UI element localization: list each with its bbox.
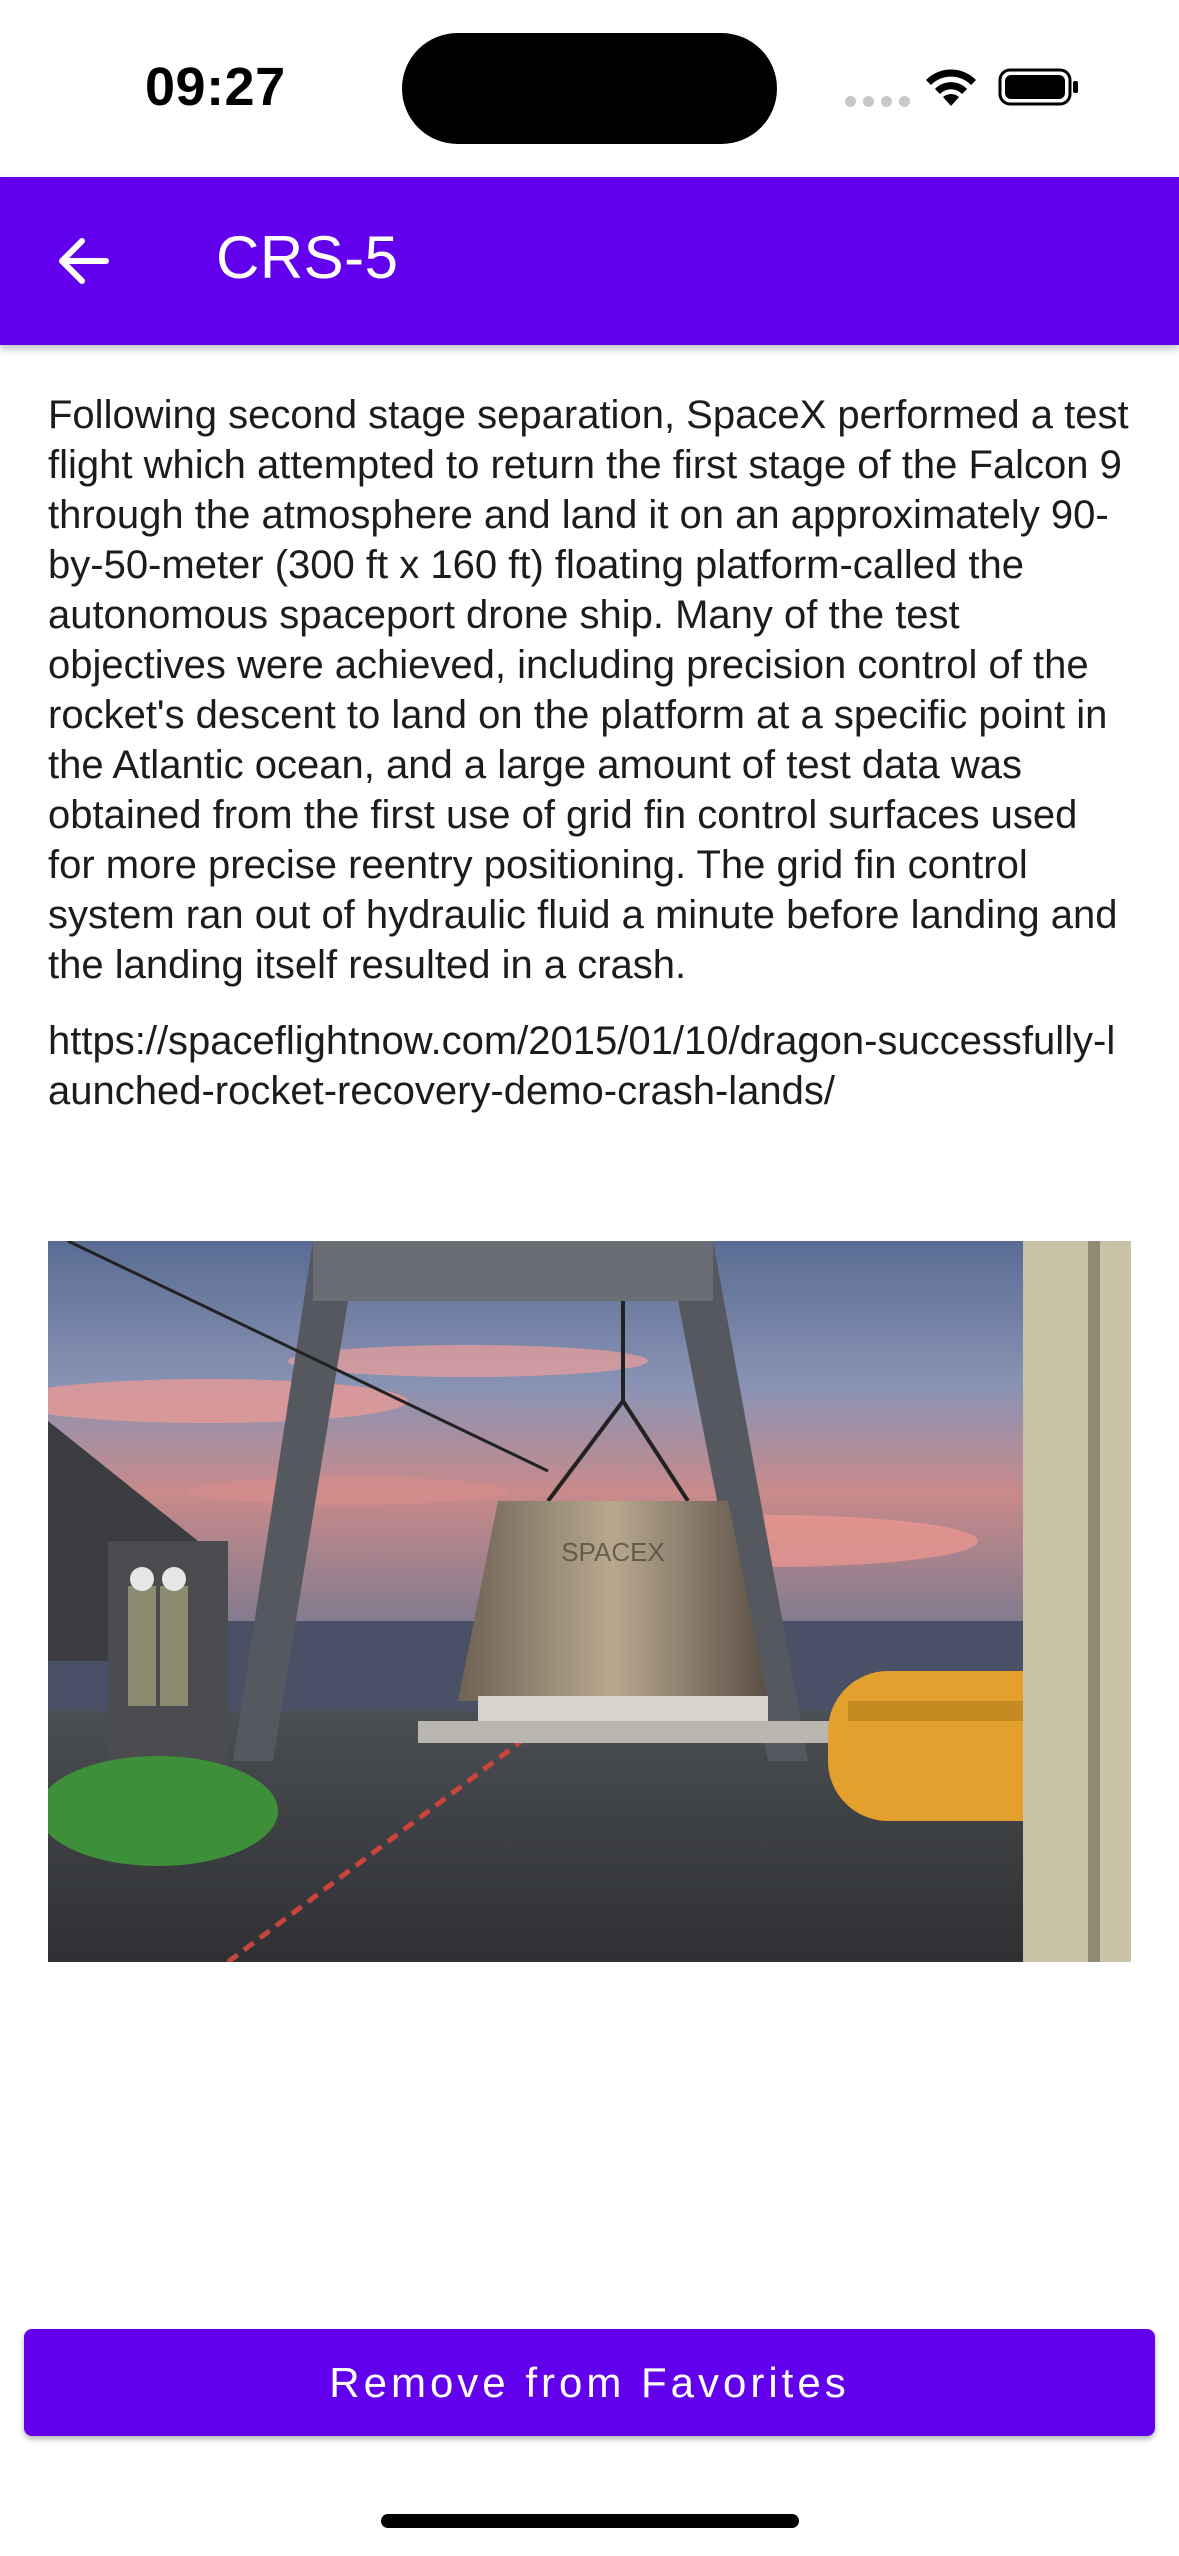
app-bar: CRS-5 xyxy=(0,177,1179,345)
cellular-signal-icon xyxy=(845,96,910,107)
dynamic-island xyxy=(402,33,777,144)
arrow-left-icon[interactable] xyxy=(44,223,120,299)
article-link[interactable]: https://spaceflightnow.com/2015/01/10/dr… xyxy=(48,1016,1133,1116)
page-title: CRS-5 xyxy=(216,224,399,291)
screen: 09:27 CRS-5 Following second stage separ… xyxy=(0,0,1179,2556)
status-time: 09:27 xyxy=(145,57,286,117)
mission-content: Following second stage separation, Space… xyxy=(48,390,1133,1116)
wifi-icon xyxy=(926,69,976,106)
battery-icon xyxy=(998,68,1078,106)
capsule-logo-text: SPACEX xyxy=(561,1537,665,1567)
mission-image: SPACEX xyxy=(48,1241,1131,1962)
mission-details: Following second stage separation, Space… xyxy=(48,393,1129,987)
status-bar: 09:27 xyxy=(0,0,1179,177)
home-indicator[interactable] xyxy=(381,2514,799,2528)
remove-from-favorites-button[interactable]: Remove from Favorites xyxy=(24,2329,1155,2436)
